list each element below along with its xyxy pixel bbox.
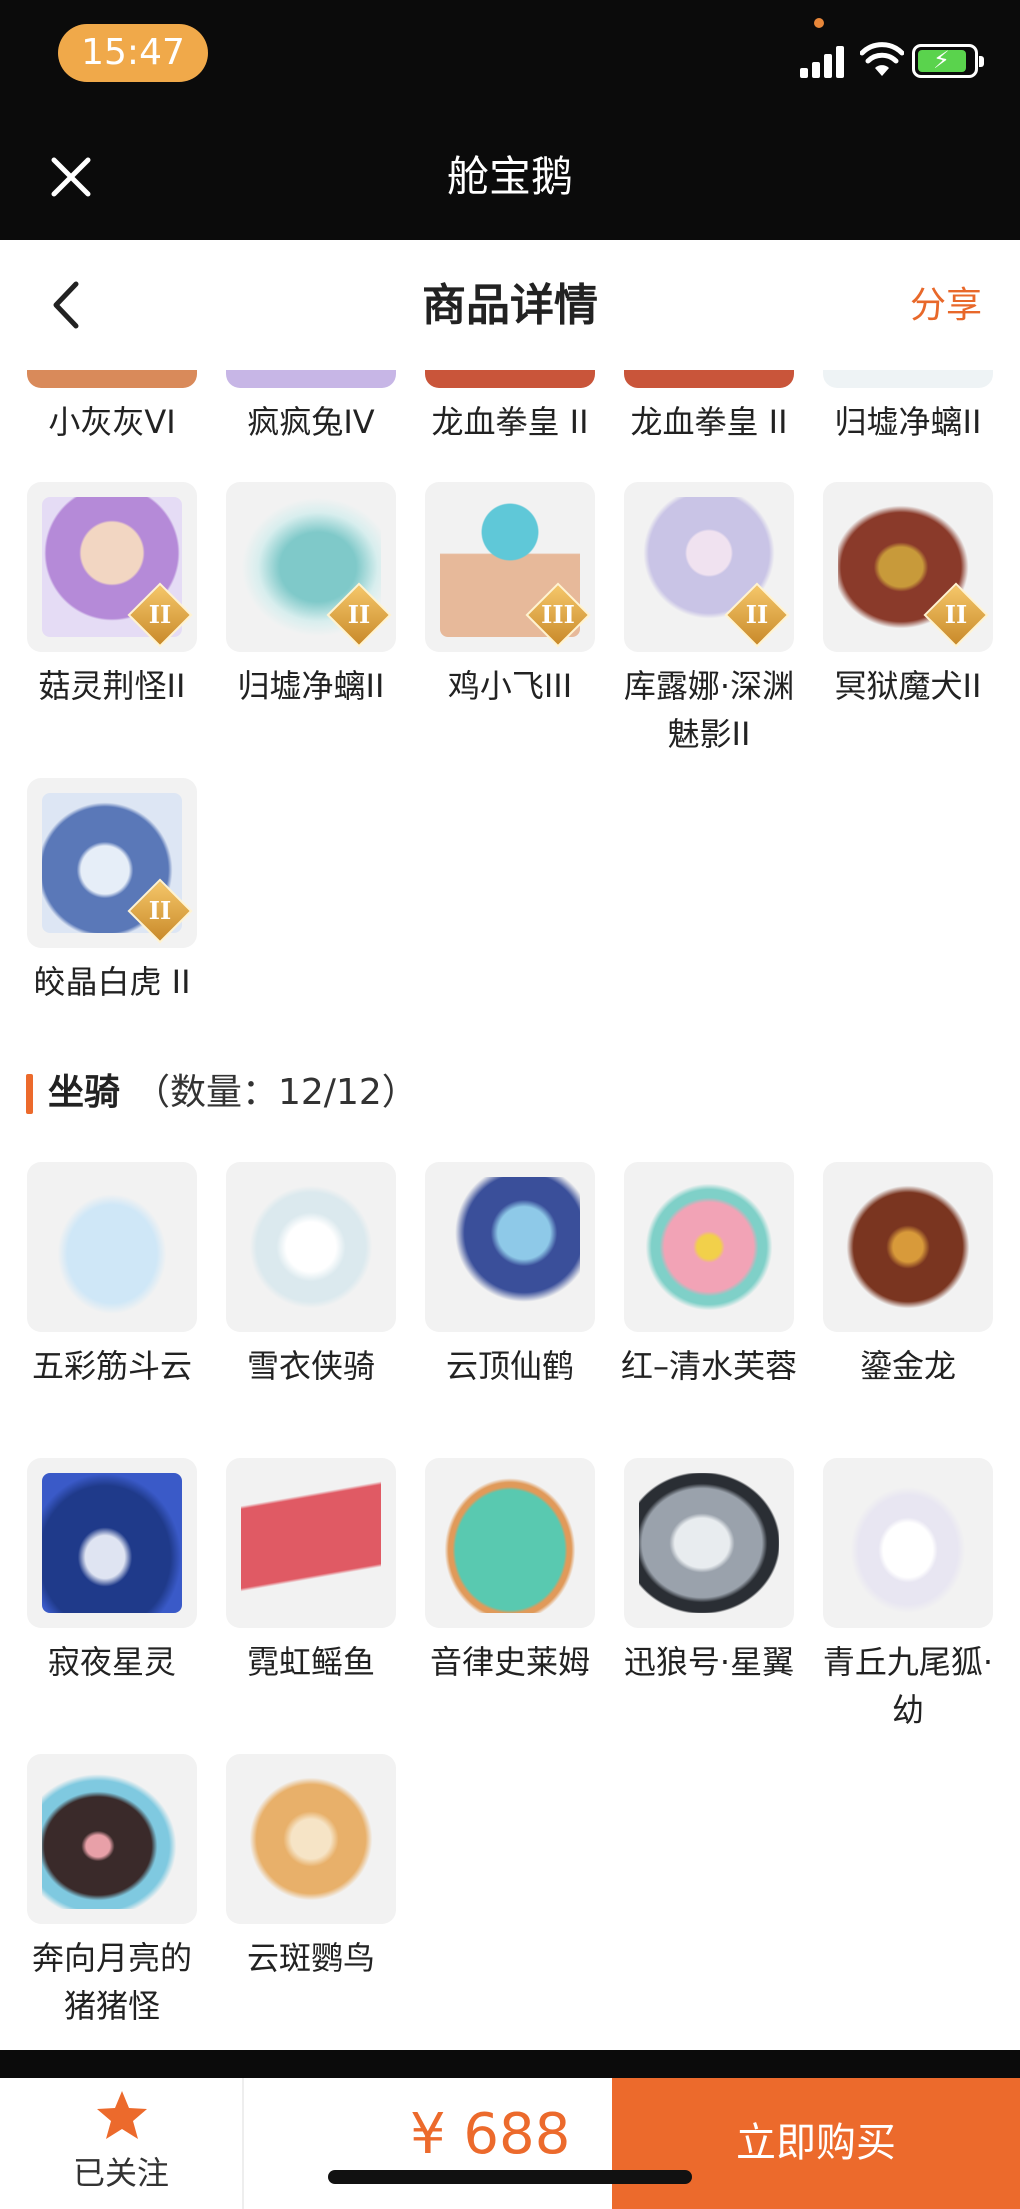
signal-icon: [800, 44, 846, 78]
pet-thumbnail: II: [27, 778, 197, 948]
status-bar: 15:47 ⚡: [0, 0, 1020, 112]
mount-thumbnail: [27, 1162, 197, 1332]
mount-name: 云斑鹦鸟: [246, 1939, 375, 1977]
mount-item[interactable]: 五彩筋斗云: [27, 1162, 197, 1390]
wifi-icon: [860, 42, 904, 76]
mount-thumbnail: [226, 1754, 396, 1924]
mount-item[interactable]: 鎏金龙: [823, 1162, 993, 1390]
mini-program-title: 舱宝鹅: [446, 152, 573, 201]
follow-button[interactable]: 已关注: [0, 2078, 244, 2209]
pet-name: 归墟净螭II: [834, 403, 982, 441]
pet-item-top-2[interactable]: 疯疯兔IV: [226, 370, 396, 446]
pet-thumbnail: [823, 370, 993, 388]
mount-thumbnail: [226, 1458, 396, 1628]
mount-name: 红–清水芙蓉: [620, 1347, 797, 1385]
mount-name: 青丘九尾狐·幼: [822, 1643, 994, 1729]
pet-thumbnail: [624, 370, 794, 388]
mount-name: 鎏金龙: [859, 1347, 956, 1385]
status-time: 15:47: [58, 24, 208, 82]
mount-thumbnail: [226, 1162, 396, 1332]
pet-name: 归墟净螭II: [237, 667, 385, 705]
pet-item[interactable]: II 冥狱魔犬II: [823, 482, 993, 710]
mount-thumbnail: [27, 1458, 197, 1628]
pet-item-top-5[interactable]: 归墟净螭II: [823, 370, 993, 446]
pet-item-top-4[interactable]: 龙血拳皇 II: [624, 370, 794, 446]
pet-item[interactable]: II 库露娜·深渊魅影II: [624, 482, 794, 758]
price: ¥ 688: [410, 2102, 571, 2167]
star-icon: [97, 2091, 147, 2139]
mount-name: 迅狼号·星翼: [623, 1643, 795, 1681]
pet-item-top-3[interactable]: 龙血拳皇 II: [425, 370, 595, 446]
buy-now-button[interactable]: 立即购买: [612, 2078, 1020, 2209]
mount-name: 雪衣侠骑: [246, 1347, 375, 1385]
mount-name: 奔向月亮的猪猪怪: [31, 1939, 192, 2025]
mount-item[interactable]: 霓虹鳐鱼: [226, 1458, 396, 1686]
pet-thumbnail: III: [425, 482, 595, 652]
pet-name: 小灰灰VI: [48, 403, 176, 441]
mount-name: 霓虹鳐鱼: [246, 1643, 375, 1681]
pet-item[interactable]: II 归墟净螭II: [226, 482, 396, 710]
pet-item-top-1[interactable]: 小灰灰VI: [27, 370, 197, 446]
share-button[interactable]: 分享: [910, 282, 982, 330]
mount-thumbnail: [823, 1162, 993, 1332]
mount-name: 音律史莱姆: [429, 1643, 590, 1681]
pet-thumbnail: II: [624, 482, 794, 652]
mount-item[interactable]: 奔向月亮的猪猪怪: [27, 1754, 197, 2030]
pet-thumbnail: [226, 370, 396, 388]
pet-name: 龙血拳皇 II: [630, 403, 788, 441]
mount-thumbnail: [823, 1458, 993, 1628]
mount-item[interactable]: 青丘九尾狐·幼: [823, 1458, 993, 1734]
mini-program-bar: 舱宝鹅: [0, 112, 1020, 240]
recording-dot: [814, 18, 824, 28]
mount-item[interactable]: 寂夜星灵: [27, 1458, 197, 1686]
pet-item[interactable]: II 菇灵荆怪II: [27, 482, 197, 710]
section-title: 坐骑: [48, 1072, 121, 1113]
pet-item[interactable]: II 皎晶白虎 II: [27, 778, 197, 1006]
pet-thumbnail: II: [226, 482, 396, 652]
pet-item[interactable]: III 鸡小飞III: [425, 482, 595, 710]
pet-name: 冥狱魔犬II: [834, 667, 982, 705]
mount-thumbnail: [425, 1458, 595, 1628]
mount-item[interactable]: 云斑鹦鸟: [226, 1754, 396, 1982]
mount-item[interactable]: 迅狼号·星翼: [624, 1458, 794, 1686]
footer-divider: [0, 2050, 1020, 2078]
mount-item[interactable]: 音律史莱姆: [425, 1458, 595, 1686]
mount-thumbnail: [624, 1458, 794, 1628]
pet-thumbnail: II: [27, 482, 197, 652]
mount-item[interactable]: 云顶仙鹤: [425, 1162, 595, 1390]
home-indicator: [328, 2170, 692, 2184]
section-count: （数量：12/12）: [134, 1072, 418, 1113]
pet-name: 鸡小飞III: [447, 667, 573, 705]
section-accent-bar: [26, 1074, 33, 1114]
mount-item[interactable]: 雪衣侠骑: [226, 1162, 396, 1390]
mount-name: 寂夜星灵: [47, 1643, 176, 1681]
page-title: 商品详情: [422, 280, 598, 331]
pet-name: 龙血拳皇 II: [431, 403, 589, 441]
pet-name: 疯疯兔IV: [247, 403, 375, 441]
follow-label: 已关注: [72, 2154, 169, 2192]
mount-name: 五彩筋斗云: [31, 1347, 192, 1385]
page-header: 商品详情 分享: [0, 240, 1020, 370]
mount-thumbnail: [624, 1162, 794, 1332]
mount-thumbnail: [27, 1754, 197, 1924]
pet-thumbnail: [27, 370, 197, 388]
mount-name: 云顶仙鹤: [445, 1347, 574, 1385]
pet-thumbnail: [425, 370, 595, 388]
pet-name: 菇灵荆怪II: [38, 667, 186, 705]
bottom-action-bar: 已关注 ¥ 688 立即购买: [0, 2078, 1020, 2209]
mount-thumbnail: [425, 1162, 595, 1332]
mount-item[interactable]: 红–清水芙蓉: [621, 1162, 797, 1390]
pet-thumbnail: II: [823, 482, 993, 652]
pet-name: 皎晶白虎 II: [33, 963, 191, 1001]
battery-icon: ⚡: [912, 44, 984, 78]
product-content[interactable]: 小灰灰VI 疯疯兔IV 龙血拳皇 II 龙血拳皇 II 归墟净螭II II 菇灵…: [0, 370, 1020, 2050]
pet-name: 库露娜·深渊魅影II: [623, 667, 795, 753]
